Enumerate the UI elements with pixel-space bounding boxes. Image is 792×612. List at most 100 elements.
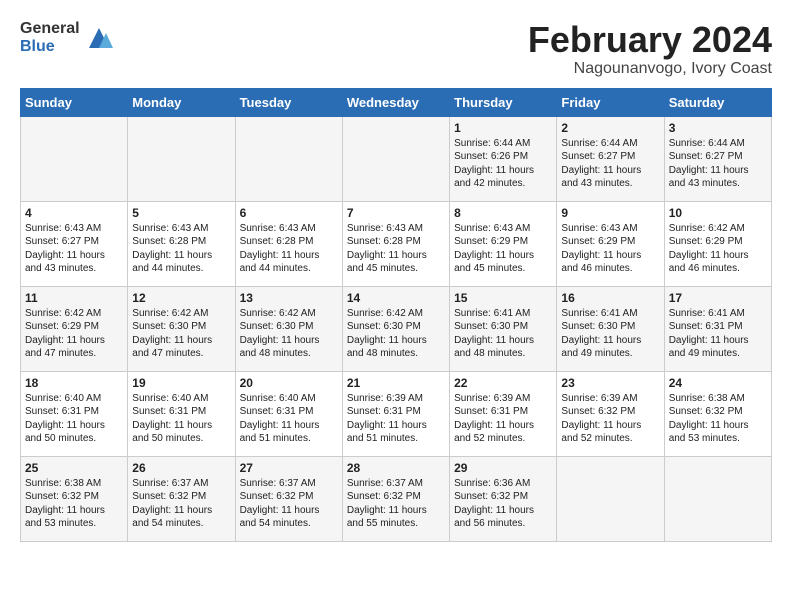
day-info: Sunrise: 6:43 AM Sunset: 6:29 PM Dayligh… (454, 222, 552, 276)
calendar-cell: 6 Sunrise: 6:43 AM Sunset: 6:28 PM Daylig… (235, 201, 342, 286)
day-number: 16 (561, 291, 659, 305)
day-number: 23 (561, 376, 659, 390)
day-number: 1 (454, 121, 552, 135)
page-header: General Blue February 2024 Nagounanvogo,… (20, 20, 772, 78)
calendar-cell: 15 Sunrise: 6:41 AM Sunset: 6:30 PM Dayli… (450, 286, 557, 371)
logo-general-text: General (20, 20, 80, 38)
day-number: 13 (240, 291, 338, 305)
calendar-cell: 3 Sunrise: 6:44 AM Sunset: 6:27 PM Daylig… (664, 116, 771, 201)
calendar-cell: 5 Sunrise: 6:43 AM Sunset: 6:28 PM Daylig… (128, 201, 235, 286)
day-number: 21 (347, 376, 445, 390)
day-info: Sunrise: 6:39 AM Sunset: 6:31 PM Dayligh… (454, 392, 552, 446)
day-number: 12 (132, 291, 230, 305)
calendar-cell: 1 Sunrise: 6:44 AM Sunset: 6:26 PM Daylig… (450, 116, 557, 201)
day-info: Sunrise: 6:37 AM Sunset: 6:32 PM Dayligh… (347, 477, 445, 531)
day-info: Sunrise: 6:37 AM Sunset: 6:32 PM Dayligh… (132, 477, 230, 531)
day-info: Sunrise: 6:43 AM Sunset: 6:28 PM Dayligh… (347, 222, 445, 276)
calendar-cell: 4 Sunrise: 6:43 AM Sunset: 6:27 PM Daylig… (21, 201, 128, 286)
day-number: 4 (25, 206, 123, 220)
calendar-cell: 23 Sunrise: 6:39 AM Sunset: 6:32 PM Dayli… (557, 371, 664, 456)
day-info: Sunrise: 6:42 AM Sunset: 6:29 PM Dayligh… (669, 222, 767, 276)
calendar-cell: 26 Sunrise: 6:37 AM Sunset: 6:32 PM Dayli… (128, 456, 235, 541)
calendar-title: February 2024 (528, 20, 772, 60)
weekday-header-sunday: Sunday (21, 88, 128, 116)
logo: General Blue (20, 20, 114, 55)
weekday-header-tuesday: Tuesday (235, 88, 342, 116)
weekday-header-friday: Friday (557, 88, 664, 116)
day-number: 2 (561, 121, 659, 135)
day-info: Sunrise: 6:40 AM Sunset: 6:31 PM Dayligh… (132, 392, 230, 446)
weekday-header-row: SundayMondayTuesdayWednesdayThursdayFrid… (21, 88, 772, 116)
calendar-cell (235, 116, 342, 201)
day-number: 29 (454, 461, 552, 475)
day-number: 19 (132, 376, 230, 390)
day-number: 25 (25, 461, 123, 475)
calendar-cell: 19 Sunrise: 6:40 AM Sunset: 6:31 PM Dayli… (128, 371, 235, 456)
day-info: Sunrise: 6:43 AM Sunset: 6:28 PM Dayligh… (240, 222, 338, 276)
day-info: Sunrise: 6:41 AM Sunset: 6:30 PM Dayligh… (454, 307, 552, 361)
day-number: 3 (669, 121, 767, 135)
day-info: Sunrise: 6:44 AM Sunset: 6:26 PM Dayligh… (454, 137, 552, 191)
calendar-cell: 8 Sunrise: 6:43 AM Sunset: 6:29 PM Daylig… (450, 201, 557, 286)
calendar-cell (21, 116, 128, 201)
weekday-header-wednesday: Wednesday (342, 88, 449, 116)
calendar-cell: 7 Sunrise: 6:43 AM Sunset: 6:28 PM Daylig… (342, 201, 449, 286)
day-number: 14 (347, 291, 445, 305)
day-info: Sunrise: 6:38 AM Sunset: 6:32 PM Dayligh… (669, 392, 767, 446)
calendar-cell: 20Sunrise: 6:40 AM Sunset: 6:31 PM Dayli… (235, 371, 342, 456)
day-info: Sunrise: 6:42 AM Sunset: 6:30 PM Dayligh… (240, 307, 338, 361)
day-number: 5 (132, 206, 230, 220)
day-info: Sunrise: 6:42 AM Sunset: 6:30 PM Dayligh… (347, 307, 445, 361)
calendar-cell: 10 Sunrise: 6:42 AM Sunset: 6:29 PM Dayli… (664, 201, 771, 286)
day-info: Sunrise: 6:40 AM Sunset: 6:31 PM Dayligh… (25, 392, 123, 446)
day-number: 11 (25, 291, 123, 305)
calendar-cell: 11Sunrise: 6:42 AM Sunset: 6:29 PM Dayli… (21, 286, 128, 371)
day-number: 18 (25, 376, 123, 390)
day-info: Sunrise: 6:43 AM Sunset: 6:27 PM Dayligh… (25, 222, 123, 276)
calendar-cell (128, 116, 235, 201)
day-info: Sunrise: 6:43 AM Sunset: 6:29 PM Dayligh… (561, 222, 659, 276)
weekday-header-saturday: Saturday (664, 88, 771, 116)
calendar-week-row: 11Sunrise: 6:42 AM Sunset: 6:29 PM Dayli… (21, 286, 772, 371)
weekday-header-monday: Monday (128, 88, 235, 116)
title-block: February 2024 Nagounanvogo, Ivory Coast (528, 20, 772, 78)
day-info: Sunrise: 6:43 AM Sunset: 6:28 PM Dayligh… (132, 222, 230, 276)
day-number: 8 (454, 206, 552, 220)
day-number: 27 (240, 461, 338, 475)
weekday-header-thursday: Thursday (450, 88, 557, 116)
day-number: 10 (669, 206, 767, 220)
calendar-subtitle: Nagounanvogo, Ivory Coast (528, 60, 772, 78)
day-info: Sunrise: 6:44 AM Sunset: 6:27 PM Dayligh… (561, 137, 659, 191)
calendar-week-row: 18 Sunrise: 6:40 AM Sunset: 6:31 PM Dayli… (21, 371, 772, 456)
day-info: Sunrise: 6:39 AM Sunset: 6:31 PM Dayligh… (347, 392, 445, 446)
day-number: 6 (240, 206, 338, 220)
calendar-week-row: 25Sunrise: 6:38 AM Sunset: 6:32 PM Dayli… (21, 456, 772, 541)
day-info: Sunrise: 6:36 AM Sunset: 6:32 PM Dayligh… (454, 477, 552, 531)
day-number: 26 (132, 461, 230, 475)
calendar-cell: 18 Sunrise: 6:40 AM Sunset: 6:31 PM Dayli… (21, 371, 128, 456)
calendar-cell: 28Sunrise: 6:37 AM Sunset: 6:32 PM Dayli… (342, 456, 449, 541)
calendar-cell (557, 456, 664, 541)
calendar-cell: 22Sunrise: 6:39 AM Sunset: 6:31 PM Dayli… (450, 371, 557, 456)
day-info: Sunrise: 6:44 AM Sunset: 6:27 PM Dayligh… (669, 137, 767, 191)
day-info: Sunrise: 6:37 AM Sunset: 6:32 PM Dayligh… (240, 477, 338, 531)
calendar-week-row: 1 Sunrise: 6:44 AM Sunset: 6:26 PM Daylig… (21, 116, 772, 201)
calendar-cell: 21 Sunrise: 6:39 AM Sunset: 6:31 PM Dayli… (342, 371, 449, 456)
calendar-cell: 24 Sunrise: 6:38 AM Sunset: 6:32 PM Dayli… (664, 371, 771, 456)
day-info: Sunrise: 6:40 AM Sunset: 6:31 PM Dayligh… (240, 392, 338, 446)
day-number: 17 (669, 291, 767, 305)
calendar-cell: 29 Sunrise: 6:36 AM Sunset: 6:32 PM Dayli… (450, 456, 557, 541)
calendar-cell: 12 Sunrise: 6:42 AM Sunset: 6:30 PM Dayli… (128, 286, 235, 371)
calendar-cell (664, 456, 771, 541)
day-number: 9 (561, 206, 659, 220)
calendar-week-row: 4 Sunrise: 6:43 AM Sunset: 6:27 PM Daylig… (21, 201, 772, 286)
day-number: 24 (669, 376, 767, 390)
day-number: 7 (347, 206, 445, 220)
day-info: Sunrise: 6:39 AM Sunset: 6:32 PM Dayligh… (561, 392, 659, 446)
day-number: 15 (454, 291, 552, 305)
calendar-cell: 16Sunrise: 6:41 AM Sunset: 6:30 PM Dayli… (557, 286, 664, 371)
day-info: Sunrise: 6:41 AM Sunset: 6:31 PM Dayligh… (669, 307, 767, 361)
calendar-cell: 17 Sunrise: 6:41 AM Sunset: 6:31 PM Dayli… (664, 286, 771, 371)
day-info: Sunrise: 6:42 AM Sunset: 6:30 PM Dayligh… (132, 307, 230, 361)
calendar-cell: 27 Sunrise: 6:37 AM Sunset: 6:32 PM Dayli… (235, 456, 342, 541)
